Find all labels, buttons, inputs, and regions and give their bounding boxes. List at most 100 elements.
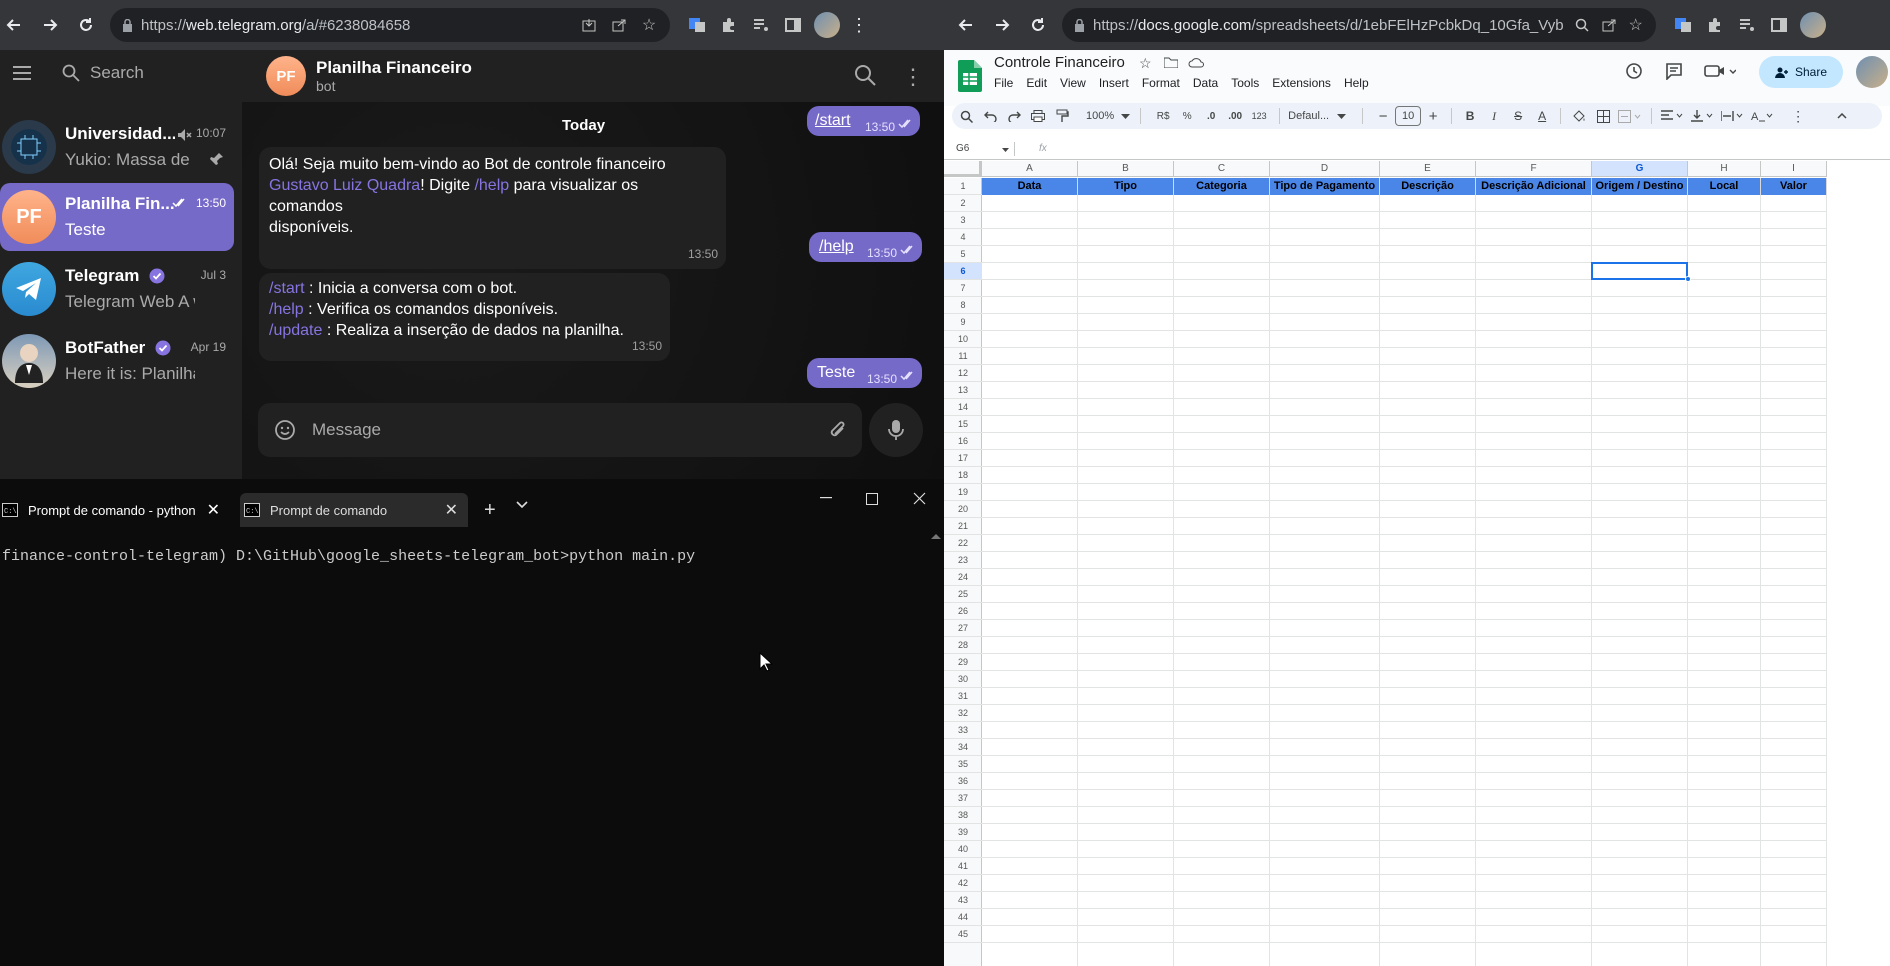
row-header[interactable]: 21 (944, 521, 982, 531)
meet-video-icon[interactable] (1704, 63, 1736, 79)
row-header[interactable]: 45 (944, 929, 982, 939)
puzzle-extension-icon[interactable] (716, 12, 742, 38)
menu-insert[interactable]: Insert (1099, 76, 1129, 90)
row-header[interactable]: 41 (944, 861, 982, 871)
account-avatar[interactable] (1856, 56, 1888, 88)
collapse-menu-chevron-icon[interactable] (1830, 104, 1854, 128)
menu-data[interactable]: Data (1193, 76, 1218, 90)
row-header[interactable]: 17 (944, 453, 982, 463)
row-header[interactable]: 36 (944, 776, 982, 786)
message-text[interactable]: /start (815, 112, 851, 129)
row-header[interactable]: 40 (944, 844, 982, 854)
forward-arrow-icon[interactable] (988, 11, 1016, 39)
redo-icon[interactable] (1002, 104, 1026, 128)
column-header-c[interactable]: C (1174, 161, 1270, 177)
row-header[interactable]: 3 (944, 215, 982, 225)
column-header-i[interactable]: I (1761, 161, 1827, 177)
close-tab-icon[interactable]: ✕ (207, 500, 220, 520)
close-window-icon[interactable] (913, 492, 926, 505)
row-header[interactable]: 25 (944, 589, 982, 599)
document-title[interactable]: Controle Financeiro (994, 54, 1125, 71)
column-header-f[interactable]: F (1476, 161, 1592, 177)
media-controls-icon[interactable] (1734, 12, 1760, 38)
address-bar[interactable]: https://web.telegram.org/a/#6238084658 ☆ (110, 8, 670, 42)
header-cell[interactable]: Tipo de Pagamento (1270, 178, 1380, 195)
chat-item-telegram[interactable]: Telegram Jul 3 Telegram Web A wa... (0, 255, 234, 323)
message-composer[interactable]: Message (258, 403, 862, 457)
header-avatar[interactable]: PF (266, 56, 306, 96)
spreadsheet-grid[interactable]: A B C D E F G H I 1 2 3 4 5 6 7 8 9 10 11 12 13 14 15 16 17 18 19 20… (944, 161, 1890, 966)
message-text[interactable]: /help (819, 238, 854, 255)
reload-icon[interactable] (1024, 11, 1052, 39)
paint-format-icon[interactable] (1050, 104, 1074, 128)
more-formats[interactable]: 123 (1247, 104, 1271, 128)
row-header[interactable]: 22 (944, 538, 982, 548)
close-tab-icon[interactable]: ✕ (445, 500, 458, 520)
menu-edit[interactable]: Edit (1026, 76, 1047, 90)
side-panel-icon[interactable] (1766, 12, 1792, 38)
address-bar[interactable]: https://docs.google.com/spreadsheets/d/1… (1062, 8, 1656, 42)
emoji-icon[interactable] (274, 419, 296, 441)
row-header[interactable]: 32 (944, 708, 982, 718)
row-header[interactable]: 39 (944, 827, 982, 837)
row-header[interactable]: 10 (944, 334, 982, 344)
command-link[interactable]: /update (269, 322, 322, 339)
profile-avatar[interactable] (814, 12, 840, 38)
menu-view[interactable]: View (1060, 76, 1086, 90)
bold-icon[interactable]: B (1458, 104, 1482, 128)
row-header[interactable]: 26 (944, 606, 982, 616)
row-header[interactable]: 11 (944, 351, 982, 361)
version-history-icon[interactable] (1625, 62, 1643, 80)
fill-color-icon[interactable] (1567, 104, 1591, 128)
bookmark-star-icon[interactable]: ☆ (1627, 15, 1644, 35)
column-header-b[interactable]: B (1078, 161, 1174, 177)
column-header-d[interactable]: D (1270, 161, 1380, 177)
column-header-h[interactable]: H (1688, 161, 1761, 177)
row-header[interactable]: 35 (944, 759, 982, 769)
row-header[interactable]: 27 (944, 623, 982, 633)
row-header[interactable]: 44 (944, 912, 982, 922)
selected-cell-outline[interactable] (1591, 262, 1688, 280)
undo-icon[interactable] (978, 104, 1002, 128)
reload-icon[interactable] (72, 11, 100, 39)
more-toolbar-icon[interactable]: ⋮ (1786, 104, 1810, 128)
search-menus-icon[interactable] (954, 104, 978, 128)
voice-record-button[interactable] (869, 403, 923, 457)
header-cell[interactable]: Data (982, 178, 1078, 195)
decrease-font-size-icon[interactable]: − (1371, 104, 1395, 128)
back-arrow-icon[interactable] (0, 11, 28, 39)
row-header[interactable]: 20 (944, 504, 982, 514)
format-currency[interactable]: R$ (1151, 104, 1175, 128)
row-header[interactable]: 15 (944, 419, 982, 429)
translate-extension-icon[interactable] (684, 12, 710, 38)
row-header[interactable]: 28 (944, 640, 982, 650)
media-controls-icon[interactable] (748, 12, 774, 38)
name-box[interactable]: G6 (956, 143, 1009, 154)
row-header[interactable]: 1 (944, 181, 982, 191)
search-icon[interactable] (854, 64, 876, 86)
terminal-tab[interactable]: C:\ Prompt de comando ✕ (240, 493, 468, 527)
chat-search-input[interactable]: Search (62, 63, 144, 83)
text-rotation-icon[interactable]: A (1748, 104, 1778, 128)
row-header[interactable]: 18 (944, 470, 982, 480)
attach-paperclip-icon[interactable] (828, 419, 848, 441)
strikethrough-icon[interactable]: S (1506, 104, 1530, 128)
terminal-scrollbar[interactable] (928, 529, 944, 966)
menu-extensions[interactable]: Extensions (1272, 76, 1331, 90)
row-header[interactable]: 6 (944, 263, 982, 280)
row-header[interactable]: 23 (944, 555, 982, 565)
command-link[interactable]: /help (269, 301, 304, 318)
print-icon[interactable] (1026, 104, 1050, 128)
chat-item-botfather[interactable]: BotFather Apr 19 Here it is: Planilha Fi… (0, 327, 234, 395)
font-size-input[interactable]: 10 (1395, 106, 1422, 126)
command-link[interactable]: /help (474, 177, 509, 194)
text-wrap-icon[interactable] (1718, 104, 1748, 128)
column-header-a[interactable]: A (982, 161, 1078, 177)
mention-link[interactable]: Gustavo Luiz Quadra (269, 177, 420, 194)
install-app-icon[interactable] (580, 18, 598, 32)
side-panel-icon[interactable] (780, 12, 806, 38)
format-percent[interactable]: % (1175, 104, 1199, 128)
puzzle-extension-icon[interactable] (1702, 12, 1728, 38)
horizontal-align-icon[interactable] (1658, 104, 1688, 128)
row-header[interactable]: 19 (944, 487, 982, 497)
